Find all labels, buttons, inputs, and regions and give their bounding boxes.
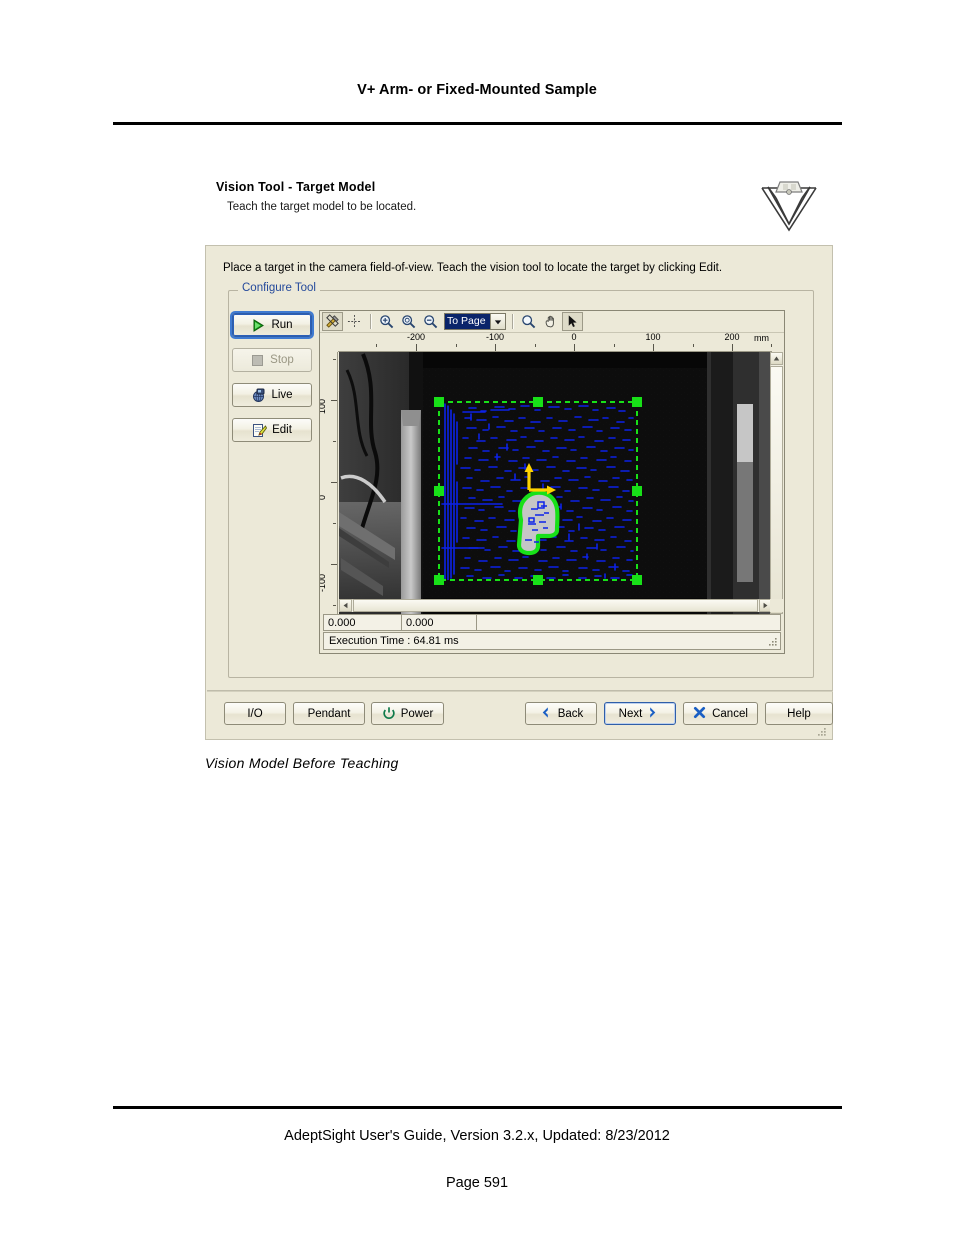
tool-button-column: Run Stop Live Edit bbox=[232, 313, 312, 453]
wizard-title: Vision Tool - Target Model bbox=[216, 180, 376, 194]
x-mark-icon bbox=[693, 706, 708, 721]
live-button[interactable]: Live bbox=[232, 383, 312, 407]
hruler-label: 200 bbox=[724, 333, 740, 342]
power-button[interactable]: Power bbox=[371, 702, 444, 725]
hruler-unit-label: mm bbox=[754, 333, 769, 343]
pendant-button-label: Pendant bbox=[307, 707, 351, 720]
run-button-label: Run bbox=[271, 319, 293, 331]
vruler-label: 0 bbox=[320, 495, 327, 500]
zoom-level-value: To Page bbox=[445, 314, 490, 329]
zoom-level-select[interactable]: To Page bbox=[444, 313, 506, 330]
run-button[interactable]: Run bbox=[232, 313, 312, 337]
stop-icon bbox=[250, 353, 265, 368]
image-canvas[interactable] bbox=[339, 352, 772, 614]
scroll-left-arrow-icon[interactable] bbox=[339, 599, 352, 612]
footer-guide-text: AdeptSight User's Guide, Version 3.2.x, … bbox=[284, 1128, 670, 1144]
viewer-toolbar: To Page bbox=[320, 311, 784, 333]
dialog-button-bar: I/O Pendant Power Back Next Cancel Help bbox=[206, 702, 834, 732]
footer-rule bbox=[113, 1106, 842, 1109]
coordinate-bar: 0.000 0.000 bbox=[323, 614, 781, 631]
dialog-instruction: Place a target in the camera field-of-vi… bbox=[223, 262, 723, 274]
dialog-resize-grip-icon[interactable] bbox=[816, 724, 827, 736]
page-header-title: V+ Arm- or Fixed-Mounted Sample bbox=[357, 82, 597, 98]
pan-hand-icon[interactable] bbox=[540, 312, 561, 331]
chevron-right-icon bbox=[646, 706, 661, 721]
camera-icon bbox=[251, 388, 266, 403]
power-icon bbox=[382, 706, 397, 721]
delta-robot-logo-icon bbox=[756, 178, 822, 234]
power-button-label: Power bbox=[400, 707, 434, 720]
scroll-up-arrow-icon[interactable] bbox=[770, 352, 783, 365]
scrollbar-corner bbox=[770, 599, 783, 612]
wizard-header: Vision Tool - Target Model Teach the tar… bbox=[216, 180, 816, 213]
stop-button-label: Stop bbox=[270, 354, 294, 366]
next-button-label: Next bbox=[618, 707, 643, 720]
hruler-label: -100 bbox=[485, 333, 505, 342]
footer-page-number: Page 591 bbox=[445, 1175, 509, 1191]
coord-x-field[interactable]: 0.000 bbox=[323, 614, 401, 631]
dialog-separator bbox=[207, 690, 833, 692]
wizard-subtitle: Teach the target model to be located. bbox=[227, 201, 417, 213]
edit-button[interactable]: Edit bbox=[232, 418, 312, 442]
arrow-select-icon[interactable] bbox=[562, 312, 583, 331]
vertical-ruler: 100 0 -100 bbox=[320, 352, 338, 614]
play-icon bbox=[251, 318, 266, 333]
hruler-label: 100 bbox=[645, 333, 661, 342]
hruler-label: -200 bbox=[406, 333, 426, 342]
tools-icon[interactable] bbox=[322, 312, 343, 331]
cancel-button[interactable]: Cancel bbox=[683, 702, 758, 725]
viewer-vertical-scrollbar[interactable] bbox=[770, 352, 783, 614]
help-button-label: Help bbox=[787, 707, 811, 720]
vertical-scroll-thumb[interactable] bbox=[770, 366, 783, 600]
live-button-label: Live bbox=[271, 389, 293, 401]
chevron-down-icon[interactable] bbox=[490, 314, 505, 329]
io-button[interactable]: I/O bbox=[224, 702, 286, 725]
hruler-label: 0 bbox=[571, 333, 577, 342]
horizontal-ruler: -200 -100 0 100 200 mm bbox=[338, 333, 772, 352]
pendant-button[interactable]: Pendant bbox=[293, 702, 365, 725]
header-rule bbox=[113, 122, 842, 125]
execution-time-text: Execution Time : 64.81 ms bbox=[329, 635, 459, 647]
configure-tool-legend: Configure Tool bbox=[238, 282, 320, 294]
next-button[interactable]: Next bbox=[604, 702, 676, 725]
viewer-resize-grip-icon[interactable] bbox=[768, 637, 778, 647]
vruler-label: -100 bbox=[320, 573, 327, 592]
magnifier-icon[interactable] bbox=[518, 312, 539, 331]
cancel-button-label: Cancel bbox=[712, 707, 748, 720]
stop-button[interactable]: Stop bbox=[232, 348, 312, 372]
toolbar-separator bbox=[370, 314, 372, 329]
coord-y-field[interactable]: 0.000 bbox=[401, 614, 476, 631]
back-button[interactable]: Back bbox=[525, 702, 597, 725]
target-model-blob bbox=[516, 490, 560, 556]
zoom-fit-icon[interactable] bbox=[398, 312, 419, 331]
figure-caption: Vision Model Before Teaching bbox=[205, 755, 399, 771]
back-button-label: Back bbox=[557, 707, 584, 720]
edit-button-label: Edit bbox=[272, 424, 292, 436]
viewer-horizontal-scrollbar[interactable] bbox=[339, 599, 772, 612]
chevron-left-icon bbox=[539, 706, 554, 721]
vision-overlay bbox=[434, 397, 642, 585]
crosshair-icon[interactable] bbox=[344, 312, 365, 331]
vruler-label: 100 bbox=[320, 398, 327, 414]
edit-icon bbox=[252, 423, 268, 438]
coord-info-field[interactable] bbox=[476, 614, 781, 631]
toolbar-separator bbox=[512, 314, 514, 329]
vision-tool-dialog: Place a target in the camera field-of-vi… bbox=[205, 245, 833, 740]
io-button-label: I/O bbox=[247, 707, 263, 720]
image-viewer-panel: To Page -200 -100 0 100 200 mm 100 -100 … bbox=[319, 310, 785, 654]
execution-time-statusbar: Execution Time : 64.81 ms bbox=[323, 632, 781, 650]
zoom-out-icon[interactable] bbox=[420, 312, 441, 331]
horizontal-scroll-thumb[interactable] bbox=[353, 599, 758, 612]
zoom-in-icon[interactable] bbox=[376, 312, 397, 331]
help-button[interactable]: Help bbox=[765, 702, 833, 725]
